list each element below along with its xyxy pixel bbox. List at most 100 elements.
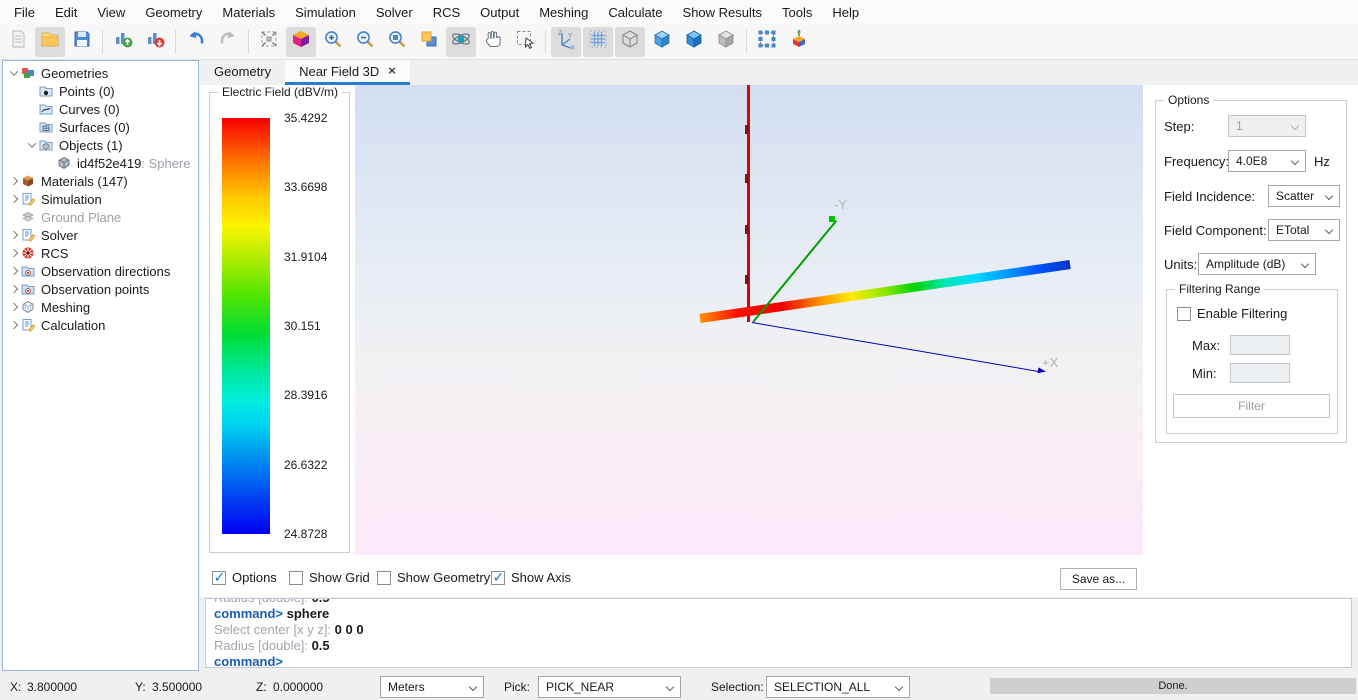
axis-cube-button[interactable] [784,27,814,57]
tree-item-simulation[interactable]: Simulation [3,190,198,208]
tree-expander[interactable] [7,268,21,274]
checkbox-options[interactable]: Options [212,570,277,585]
tree-item-materials-147[interactable]: Materials (147) [3,172,198,190]
pan-button[interactable] [478,27,508,57]
field-incidence-dropdown[interactable]: Scatter [1268,185,1340,207]
checkbox-box[interactable] [289,571,303,585]
shaded-view-button[interactable] [647,27,677,57]
colorbar-title: Electric Field (dBV/m) [218,85,342,99]
tree-item-label: Observation points [41,282,149,297]
console-line: Select center [x y z]: 0 0 0 [214,622,1351,638]
tree-item-surfaces-0[interactable]: Surfaces (0) [3,118,198,136]
save-button[interactable] [67,27,97,57]
selection-box-button[interactable] [752,27,782,57]
tree-item-ground-plane[interactable]: Ground Plane [3,208,198,226]
tree-item-rcs[interactable]: RCS [3,244,198,262]
import-button[interactable] [108,27,138,57]
open-folder-button[interactable] [35,27,65,57]
checkbox-box[interactable] [1177,307,1191,321]
selection-dropdown[interactable]: SELECTION_ALL [766,676,910,698]
tree-item-solver[interactable]: Solver [3,226,198,244]
checkbox-show-grid[interactable]: Show Grid [289,570,370,585]
units-meters-dropdown[interactable]: Meters [380,676,484,698]
menu-edit[interactable]: Edit [45,2,87,23]
chevron-right-icon [10,249,18,257]
fit-view-button[interactable] [254,27,284,57]
viewport-3d[interactable]: -Y +X [355,85,1143,555]
tree-item-calculation[interactable]: Calculation [3,316,198,334]
flat-view-button[interactable] [711,27,741,57]
menu-meshing[interactable]: Meshing [529,2,598,23]
layers-button[interactable] [414,27,444,57]
tree-expander[interactable] [7,178,21,184]
menu-output[interactable]: Output [470,2,529,23]
checkbox-box[interactable] [491,571,505,585]
undo-button[interactable] [181,27,211,57]
zoom-in-icon [322,28,344,55]
tree-expander[interactable] [7,232,21,238]
zoom-in-button[interactable] [318,27,348,57]
tree-expander[interactable] [7,304,21,310]
tree-item-observation-points[interactable]: Observation points [3,280,198,298]
checkbox-show-geometry[interactable]: Show Geometry [377,570,490,585]
zoom-window-button[interactable] [382,27,412,57]
colorbar-tick-label: 24.8728 [284,527,327,541]
menu-simulation[interactable]: Simulation [285,2,366,23]
select-area-button[interactable] [510,27,540,57]
units-dropdown[interactable]: Amplitude (dB) [1198,253,1316,275]
wireframe-view-button[interactable] [615,27,645,57]
tree-item-geometries[interactable]: Geometries [3,64,198,82]
tree-expander[interactable] [7,322,21,328]
console-label: Radius [double]: [214,638,312,653]
menu-file[interactable]: File [4,2,45,23]
tree-item-objects-1[interactable]: Objects (1) [3,136,198,154]
enable-filtering-checkbox[interactable]: Enable Filtering [1177,306,1287,321]
axes-view-button[interactable]: ZYX [551,27,581,57]
menu-calculate[interactable]: Calculate [598,2,672,23]
render-prism-button[interactable] [286,27,316,57]
tree-expander[interactable] [7,286,21,292]
tree-item-meshing[interactable]: Meshing [3,298,198,316]
tree-item-points-0[interactable]: Points (0) [3,82,198,100]
progress-bar: Done. [990,678,1356,694]
menu-view[interactable]: View [87,2,135,23]
close-icon[interactable]: × [388,66,396,76]
pick-dropdown[interactable]: PICK_NEAR [538,676,681,698]
menu-help[interactable]: Help [822,2,869,23]
checkbox-box[interactable] [212,571,226,585]
tree-expander[interactable] [7,196,21,202]
tree-item-id4f52e419[interactable]: id4f52e419 : Sphere [3,154,198,172]
chevron-right-icon [10,195,18,203]
menu-solver[interactable]: Solver [366,2,423,23]
tree-item-observation-directions[interactable]: Observation directions [3,262,198,280]
command-console[interactable]: Radius [double]: 0.5command> sphereSelec… [205,598,1352,668]
field-component-dropdown[interactable]: ETotal [1268,219,1340,241]
frequency-dropdown[interactable]: 4.0E8 [1228,150,1306,172]
wireframe-view-icon [619,28,641,55]
units-label: Units: [1164,257,1197,272]
console-line[interactable]: command> [214,654,1351,668]
tree-expander[interactable] [7,70,21,76]
menu-materials[interactable]: Materials [212,2,285,23]
menu-geometry[interactable]: Geometry [135,2,212,23]
grid-view-button[interactable] [583,27,613,57]
solid-view-button[interactable] [679,27,709,57]
filtering-range-group: Filtering Range Enable Filtering Max: Mi… [1166,289,1338,434]
save-as-button[interactable]: Save as... [1060,568,1137,590]
export-button[interactable] [140,27,170,57]
max-field [1230,335,1290,355]
zoom-out-button[interactable] [350,27,380,57]
menu-rcs[interactable]: RCS [423,2,470,23]
orbit-button[interactable] [446,27,476,57]
tree-expander[interactable] [7,250,21,256]
redo-button[interactable] [213,27,243,57]
tab-geometry[interactable]: Geometry [200,60,285,85]
menu-tools[interactable]: Tools [772,2,822,23]
tree-expander[interactable] [25,142,39,148]
checkbox-show-axis[interactable]: Show Axis [491,570,571,585]
new-file-button[interactable] [3,27,33,57]
menu-show-results[interactable]: Show Results [673,2,772,23]
tree-item-curves-0[interactable]: Curves (0) [3,100,198,118]
checkbox-box[interactable] [377,571,391,585]
tab-near-field-3d[interactable]: Near Field 3D× [285,60,410,85]
